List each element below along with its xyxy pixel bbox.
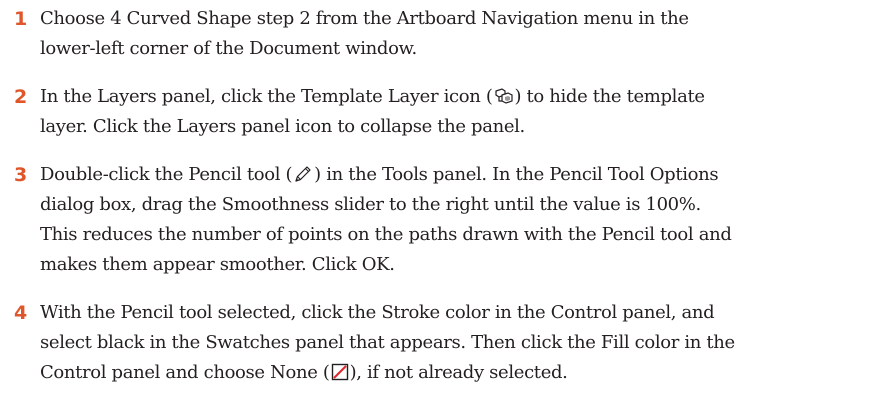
text-run: Double-click the Pencil tool ( xyxy=(40,164,293,185)
template-layer-icon xyxy=(494,85,514,115)
text-run: In the Layers panel, click the Template … xyxy=(40,86,493,107)
step-line: dialog box, drag the Smoothness slider t… xyxy=(40,194,701,215)
step-number: 1 xyxy=(14,8,28,30)
step-line: select black in the Swatches panel that … xyxy=(40,332,735,353)
step-number: 4 xyxy=(14,302,28,324)
step-line: Choose 4 Curved Shape step 2 from the Ar… xyxy=(40,8,689,29)
step-text: Choose 4 Curved Shape step 2 from the Ar… xyxy=(40,4,880,64)
step-line: Double-click the Pencil tool ( ) in the … xyxy=(40,160,880,190)
step-line: lower-left corner of the Document window… xyxy=(40,38,417,59)
text-run: ) to hide the template xyxy=(514,86,705,107)
text-run: ) in the Tools panel. In the Pencil Tool… xyxy=(314,164,719,185)
step-line: makes them appear smoother. Click OK. xyxy=(40,254,395,275)
step-line: layer. Click the Layers panel icon to co… xyxy=(40,116,525,137)
text-run: ), if not already selected. xyxy=(349,362,568,383)
step-number: 3 xyxy=(14,164,28,186)
pencil-tool-icon xyxy=(293,163,313,193)
step-number: 2 xyxy=(14,86,28,108)
text-run: Control panel and choose None ( xyxy=(40,362,330,383)
step-line: In the Layers panel, click the Template … xyxy=(40,82,880,112)
step-text: Double-click the Pencil tool ( ) in the … xyxy=(40,160,880,280)
step-line: Control panel and choose None ( ), if no… xyxy=(40,358,880,388)
none-swatch-icon xyxy=(331,361,349,391)
step-text: With the Pencil tool selected, click the… xyxy=(40,298,880,388)
step-line: With the Pencil tool selected, click the… xyxy=(40,302,715,323)
step-line: This reduces the number of points on the… xyxy=(40,224,732,245)
step-text: In the Layers panel, click the Template … xyxy=(40,82,880,142)
